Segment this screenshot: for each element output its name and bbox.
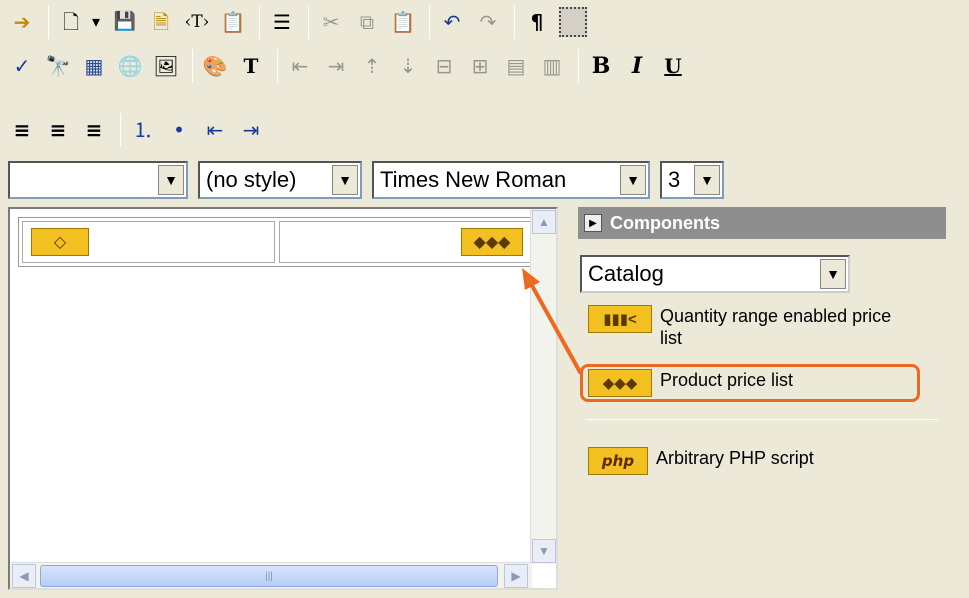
copy-icon[interactable]: ⧉ [351,4,383,40]
toolbar-row-2: ✓ 🔭 ▦ 🌐 🖼 🎨 T ⇤ ⇥ ⇡ ⇣ ⊟ ⊞ ▤ ▥ B I U [6,44,693,88]
toolbar-separator [277,49,278,83]
redo-icon[interactable]: ↷ [472,4,504,40]
layout-table[interactable]: ◇ ◆◆◆ [18,217,536,267]
numbered-list-icon[interactable]: ⒈ [127,112,159,148]
toolbar-row-3: ≡ ≡ ≡ ⒈ • ⇤ ⇥ [6,108,271,152]
php-icon: php [588,447,648,475]
table-cell[interactable]: ◇ [22,221,275,263]
component-label-line2: list [660,328,682,348]
undo-icon[interactable]: ↶ [436,4,468,40]
scroll-down-icon[interactable]: ▼ [532,539,556,563]
component-placeholder[interactable]: ◇ [31,228,89,256]
component-item-php-script[interactable]: php Arbitrary PHP script [588,447,814,475]
style-select[interactable]: (no style) ▼ [198,161,362,199]
expand-triangle-icon[interactable]: ▶ [584,214,602,232]
new-document-icon[interactable]: 🗋 [55,4,87,40]
catalog-select[interactable]: Catalog ▼ [580,255,850,293]
insert-row-below-icon[interactable]: ⇥ [320,48,352,84]
delete-row-icon[interactable]: ⊟ [428,48,460,84]
scroll-thumb[interactable]: ||| [40,565,498,587]
align-right-icon[interactable]: ≡ [78,112,110,148]
toolbar-separator [429,5,430,39]
editor-canvas[interactable]: ◇ ◆◆◆ ▲ ▼ ◀ ||| ▶ [8,207,558,590]
horizontal-scrollbar[interactable]: ◀ ||| ▶ [10,562,532,588]
toolbar-separator [259,5,260,39]
show-borders-icon[interactable] [557,4,589,40]
text-color-icon[interactable]: T [235,48,267,84]
cut-icon[interactable]: ✂ [315,4,347,40]
delete-column-icon[interactable]: ⊞ [464,48,496,84]
panel-divider [586,419,938,420]
chevron-down-icon[interactable]: ▼ [332,165,358,195]
panel-header[interactable]: ▶ Components [578,207,946,239]
component-label: Quantity range enabled price list [660,305,891,349]
find-icon[interactable]: 🔭 [42,48,74,84]
product-price-list-placeholder[interactable]: ◆◆◆ [461,228,523,256]
save-as-template-icon[interactable]: 🗎 [145,4,177,40]
insert-row-above-icon[interactable]: ⇤ [284,48,316,84]
insert-table-icon[interactable]: ▦ [78,48,110,84]
chevron-down-icon[interactable]: ▼ [820,259,846,289]
toolbar-separator [514,5,515,39]
spellcheck-icon[interactable]: ✓ [6,48,38,84]
insert-image-icon[interactable]: 🖼 [150,48,182,84]
insert-column-left-icon[interactable]: ⇡ [356,48,388,84]
toolbar-separator [192,49,193,83]
exit-icon[interactable]: ➔ [6,4,38,40]
component-item-quantity-price-list[interactable]: ▮▮▮< Quantity range enabled price list [588,305,891,349]
toolbar-row-1: ➔ 🗋 ▾ 💾 🗎 ‹T› 📋 ☰ ✂ ⧉ 📋 ↶ ↷ ¶ [6,0,593,44]
chevron-down-icon[interactable]: ▼ [158,165,184,195]
save-icon[interactable]: 💾 [109,4,141,40]
italic-button[interactable]: I [621,48,653,84]
font-size-value: 3 [668,167,681,192]
new-dropdown-icon[interactable]: ▾ [87,4,105,40]
paragraph-marks-icon[interactable]: ¶ [521,4,553,40]
outdent-icon[interactable]: ⇤ [199,112,231,148]
indent-icon[interactable]: ⇥ [235,112,267,148]
catalog-value: Catalog [588,261,664,286]
align-center-icon[interactable]: ≡ [42,112,74,148]
bold-button[interactable]: B [585,48,617,84]
table-cell[interactable]: ◆◆◆ [279,221,532,263]
price-list-icon: ◆◆◆ [473,234,511,251]
scroll-right-icon[interactable]: ▶ [504,564,528,588]
format-row: ▼ (no style) ▼ Times New Roman ▼ 3 ▼ [8,158,734,202]
vertical-scrollbar[interactable]: ▲ ▼ [530,209,556,564]
component-label-line1: Quantity range enabled price [660,306,892,326]
properties-icon[interactable]: 📋 [217,4,249,40]
block-format-select[interactable]: ▼ [8,161,188,199]
toolbar-separator [48,5,49,39]
scroll-up-icon[interactable]: ▲ [532,210,556,234]
toolbar-separator [578,49,579,83]
merge-cells-icon[interactable]: ▤ [500,48,532,84]
style-value: (no style) [206,167,297,192]
font-size-select[interactable]: 3 ▼ [660,161,724,199]
bullet-list-icon[interactable]: • [163,112,195,148]
insert-tag-icon[interactable]: ‹T› [181,4,213,40]
align-left-icon[interactable]: ≡ [6,112,38,148]
chevron-down-icon[interactable]: ▼ [694,165,720,195]
toolbar-separator [308,5,309,39]
scroll-left-icon[interactable]: ◀ [12,564,36,588]
panel-title: Components [610,212,720,233]
paste-icon[interactable]: 📋 [387,4,419,40]
split-cell-icon[interactable]: ▥ [536,48,568,84]
underline-button[interactable]: U [657,48,689,84]
component-label: Arbitrary PHP script [656,448,814,468]
highlight-box [580,364,920,402]
page-properties-icon[interactable]: ☰ [266,4,298,40]
font-value: Times New Roman [380,167,567,192]
insert-link-icon[interactable]: 🌐 [114,48,146,84]
font-select[interactable]: Times New Roman ▼ [372,161,650,199]
diamond-icon: ◇ [53,234,67,251]
insert-column-right-icon[interactable]: ⇣ [392,48,424,84]
toolbar-separator [120,113,121,147]
background-color-icon[interactable]: 🎨 [199,48,231,84]
quantity-price-list-icon: ▮▮▮< [588,305,652,333]
chevron-down-icon[interactable]: ▼ [620,165,646,195]
